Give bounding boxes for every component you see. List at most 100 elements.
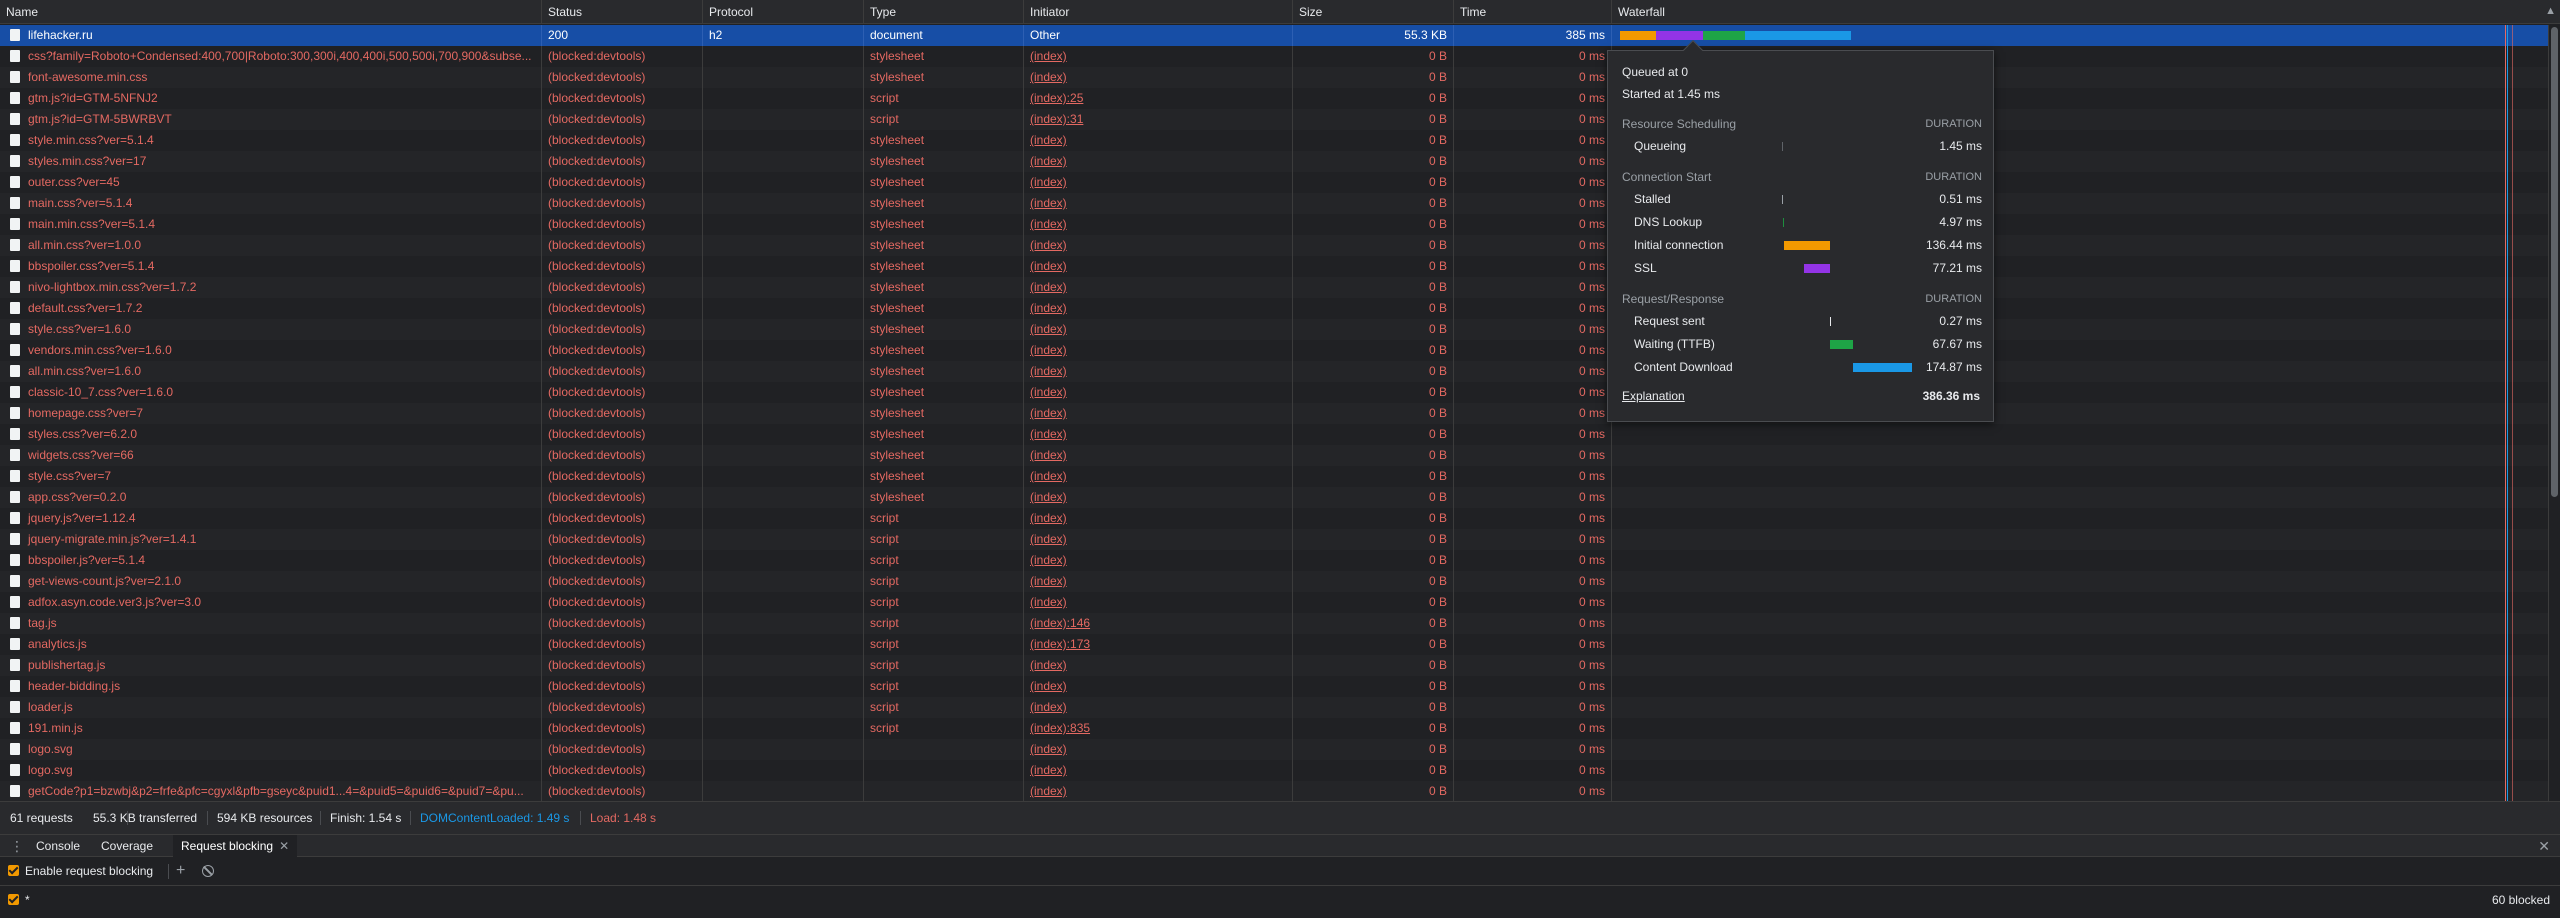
request-name-cell[interactable]: outer.css?ver=45	[0, 172, 541, 193]
request-initiator-cell[interactable]: (index)	[1023, 529, 1292, 550]
request-name-cell[interactable]: jquery.js?ver=1.12.4	[0, 508, 541, 529]
table-row[interactable]: vendors.min.css?ver=1.6.0 (blocked:devtoo…	[0, 340, 2560, 361]
sort-ascending-icon[interactable]: ▲	[2545, 5, 2556, 17]
table-row[interactable]: adfox.asyn.code.ver3.js?ver=3.0 (blocked:…	[0, 592, 2560, 613]
request-waterfall-cell[interactable]	[1611, 466, 2560, 487]
table-row[interactable]: getCode?p1=bzwbj&p2=frfe&pfc=cgyxl&pfb=g…	[0, 781, 2560, 801]
request-initiator-cell[interactable]: (index)	[1023, 256, 1292, 277]
request-initiator-cell[interactable]: (index)	[1023, 508, 1292, 529]
explanation-link[interactable]: Explanation	[1622, 389, 1685, 403]
request-name-cell[interactable]: bbspoiler.css?ver=5.1.4	[0, 256, 541, 277]
request-initiator-cell[interactable]: (index)	[1023, 235, 1292, 256]
request-name-cell[interactable]: main.min.css?ver=5.1.4	[0, 214, 541, 235]
request-name-cell[interactable]: styles.css?ver=6.2.0	[0, 424, 541, 445]
request-initiator-cell[interactable]: (index)	[1023, 676, 1292, 697]
table-row[interactable]: style.css?ver=1.6.0 (blocked:devtools) sty…	[0, 319, 2560, 340]
request-initiator-cell[interactable]: (index)	[1023, 172, 1292, 193]
table-row[interactable]: main.min.css?ver=5.1.4 (blocked:devtools)…	[0, 214, 2560, 235]
table-row[interactable]: outer.css?ver=45 (blocked:devtools) styles…	[0, 172, 2560, 193]
request-name-cell[interactable]: lifehacker.ru	[0, 25, 541, 46]
column-header-name[interactable]: Name	[0, 0, 541, 24]
request-name-cell[interactable]: logo.svg	[0, 739, 541, 760]
request-initiator-cell[interactable]: (index)	[1023, 466, 1292, 487]
request-waterfall-cell[interactable]	[1611, 487, 2560, 508]
request-initiator-cell[interactable]: (index)	[1023, 46, 1292, 67]
request-initiator-cell[interactable]: (index)	[1023, 193, 1292, 214]
request-name-cell[interactable]: header-bidding.js	[0, 676, 541, 697]
request-initiator-cell[interactable]: (index)	[1023, 214, 1292, 235]
request-name-cell[interactable]: default.css?ver=1.7.2	[0, 298, 541, 319]
request-name-cell[interactable]: style.css?ver=7	[0, 466, 541, 487]
request-initiator-cell[interactable]: (index)	[1023, 151, 1292, 172]
request-name-cell[interactable]: adfox.asyn.code.ver3.js?ver=3.0	[0, 592, 541, 613]
request-name-cell[interactable]: 191.min.js	[0, 718, 541, 739]
tab-console[interactable]: Console	[28, 835, 88, 857]
tab-coverage[interactable]: Coverage	[93, 835, 161, 857]
request-initiator-cell[interactable]: (index)	[1023, 298, 1292, 319]
request-initiator-cell[interactable]: (index)	[1023, 739, 1292, 760]
table-row[interactable]: style.min.css?ver=5.1.4 (blocked:devtools…	[0, 130, 2560, 151]
request-name-cell[interactable]: app.css?ver=0.2.0	[0, 487, 541, 508]
enable-blocking-checkbox[interactable]	[8, 865, 19, 876]
table-row[interactable]: jquery.js?ver=1.12.4 (blocked:devtools) sc…	[0, 508, 2560, 529]
request-initiator-cell[interactable]: (index)	[1023, 781, 1292, 801]
table-row[interactable]: 191.min.js (blocked:devtools) script (index…	[0, 718, 2560, 739]
request-waterfall-cell[interactable]	[1611, 445, 2560, 466]
request-waterfall-cell[interactable]	[1611, 613, 2560, 634]
request-initiator-cell[interactable]: (index)	[1023, 277, 1292, 298]
request-name-cell[interactable]: loader.js	[0, 697, 541, 718]
column-header-status[interactable]: Status	[541, 0, 702, 24]
request-initiator-cell[interactable]: (index)	[1023, 361, 1292, 382]
request-name-cell[interactable]: tag.js	[0, 613, 541, 634]
table-row[interactable]: app.css?ver=0.2.0 (blocked:devtools) style…	[0, 487, 2560, 508]
remove-all-patterns-icon[interactable]	[202, 865, 214, 877]
request-waterfall-cell[interactable]	[1611, 634, 2560, 655]
column-header-type[interactable]: Type	[863, 0, 1023, 24]
table-row[interactable]: classic-10_7.css?ver=1.6.0 (blocked:devto…	[0, 382, 2560, 403]
table-row[interactable]: jquery-migrate.min.js?ver=1.4.1 (blocked:…	[0, 529, 2560, 550]
table-row[interactable]: gtm.js?id=GTM-5NFNJ2 (blocked:devtools) sc…	[0, 88, 2560, 109]
column-header-time[interactable]: Time	[1453, 0, 1611, 24]
table-row[interactable]: get-views-count.js?ver=2.1.0 (blocked:dev…	[0, 571, 2560, 592]
request-waterfall-cell[interactable]	[1611, 571, 2560, 592]
table-row[interactable]: lifehacker.ru 200 h2 document Other 55.3 KB 38…	[0, 25, 2560, 46]
request-name-cell[interactable]: widgets.css?ver=66	[0, 445, 541, 466]
table-row[interactable]: gtm.js?id=GTM-5BWRBVT (blocked:devtools) s…	[0, 109, 2560, 130]
request-name-cell[interactable]: style.css?ver=1.6.0	[0, 319, 541, 340]
request-initiator-cell[interactable]: (index)	[1023, 592, 1292, 613]
pattern-checkbox[interactable]	[8, 894, 19, 905]
table-row[interactable]: loader.js (blocked:devtools) script (index)…	[0, 697, 2560, 718]
request-name-cell[interactable]: get-views-count.js?ver=2.1.0	[0, 571, 541, 592]
request-waterfall-cell[interactable]	[1611, 781, 2560, 801]
table-row[interactable]: all.min.css?ver=1.6.0 (blocked:devtools) s…	[0, 361, 2560, 382]
request-name-cell[interactable]: getCode?p1=bzwbj&p2=frfe&pfc=cgyxl&pfb=g…	[0, 781, 541, 801]
request-waterfall-cell[interactable]	[1611, 529, 2560, 550]
request-name-cell[interactable]: publishertag.js	[0, 655, 541, 676]
table-row[interactable]: widgets.css?ver=66 (blocked:devtools) styl…	[0, 445, 2560, 466]
request-initiator-cell[interactable]: (index)	[1023, 319, 1292, 340]
table-row[interactable]: font-awesome.min.css (blocked:devtools) st…	[0, 67, 2560, 88]
request-waterfall-cell[interactable]	[1611, 718, 2560, 739]
request-initiator-cell[interactable]: (index):835	[1023, 718, 1292, 739]
table-row[interactable]: styles.css?ver=6.2.0 (blocked:devtools) st…	[0, 424, 2560, 445]
request-waterfall-cell[interactable]	[1611, 655, 2560, 676]
table-row[interactable]: logo.svg (blocked:devtools) (index) 0 B0 ms	[0, 760, 2560, 781]
request-waterfall-cell[interactable]	[1611, 739, 2560, 760]
request-initiator-cell[interactable]: (index)	[1023, 424, 1292, 445]
table-row[interactable]: bbspoiler.css?ver=5.1.4 (blocked:devtools…	[0, 256, 2560, 277]
table-row[interactable]: analytics.js (blocked:devtools) script (ind…	[0, 634, 2560, 655]
request-waterfall-cell[interactable]	[1611, 697, 2560, 718]
request-initiator-cell[interactable]: (index)	[1023, 403, 1292, 424]
request-initiator-cell[interactable]: (index)	[1023, 487, 1292, 508]
request-name-cell[interactable]: logo.svg	[0, 760, 541, 781]
request-waterfall-cell[interactable]	[1611, 592, 2560, 613]
column-header-initiator[interactable]: Initiator	[1023, 0, 1292, 24]
request-name-cell[interactable]: all.min.css?ver=1.6.0	[0, 361, 541, 382]
request-name-cell[interactable]: classic-10_7.css?ver=1.6.0	[0, 382, 541, 403]
close-tab-icon[interactable]: ✕	[279, 839, 289, 853]
add-pattern-icon[interactable]: +	[176, 857, 185, 885]
request-initiator-cell[interactable]: (index):25	[1023, 88, 1292, 109]
table-row[interactable]: homepage.css?ver=7 (blocked:devtools) styl…	[0, 403, 2560, 424]
request-initiator-cell[interactable]: (index):146	[1023, 613, 1292, 634]
close-drawer-icon[interactable]: ✕	[2538, 838, 2550, 854]
